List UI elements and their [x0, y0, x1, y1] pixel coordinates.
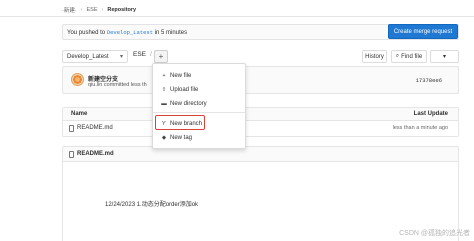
breadcrumb: ·新建· › ESE › Repository [62, 5, 136, 15]
commit-sha[interactable]: 17378ee6 [416, 77, 442, 84]
upload-icon: ⇪ [161, 87, 167, 93]
plus-icon: + [162, 73, 166, 79]
repo-path: ESE / [133, 51, 152, 58]
breadcrumb-project[interactable]: ESE [87, 7, 98, 13]
branch-select[interactable]: Develop_Latest ▾ [62, 50, 128, 63]
readme-content: 12/24/2023 1.动态分配order添加ok [105, 202, 199, 208]
readme-title: README.md [77, 151, 114, 157]
column-name: Name [71, 111, 88, 117]
avatar[interactable] [71, 73, 84, 86]
menu-item-upload-file[interactable]: ⇪ Upload file [153, 84, 245, 96]
table-header: Name Last Update [63, 108, 458, 121]
menu-item-new-branch[interactable]: Ƴ New branch [153, 118, 245, 130]
menu-item-new-file[interactable]: + New file [153, 70, 245, 82]
pushed-branch-link[interactable]: Develop_Latest [107, 29, 153, 36]
commit-meta: qiu.lin committed less th [88, 82, 147, 88]
menu-item-label: New branch [170, 121, 203, 127]
push-prefix: You pushed to [67, 30, 106, 36]
clone-dropdown-button[interactable]: ▾ [430, 50, 459, 63]
find-file-label: Find file [401, 53, 423, 60]
chevron-down-icon: ▾ [442, 54, 446, 60]
column-last-update: Last Update [413, 111, 448, 117]
chevron-down-icon: ▾ [119, 54, 123, 60]
breadcrumb-current[interactable]: Repository [107, 7, 136, 13]
file-tree-table: Name Last Update README.md less than a m… [62, 107, 459, 137]
push-suffix: in 5 minutes [154, 30, 188, 36]
breadcrumb-separator: › [80, 7, 83, 13]
branch-icon: Ƴ [161, 121, 167, 127]
header-divider [0, 16, 474, 17]
tag-icon: ◆ [161, 135, 167, 141]
readme-panel: README.md 12/24/2023 1.动态分配order添加ok [62, 146, 459, 241]
menu-item-label: New file [170, 73, 192, 79]
menu-item-label: New directory [170, 101, 207, 107]
push-message: You pushed to Develop_Latest in 5 minute… [67, 29, 187, 36]
file-icon [69, 125, 74, 132]
history-button[interactable]: History [362, 50, 387, 63]
watermark: CSDN @孤独的追光者 [399, 230, 470, 237]
menu-divider [153, 112, 245, 113]
last-commit: 新建空分支 qiu.lin committed less th 17378ee6 [62, 66, 459, 94]
find-file-button[interactable]: ⌕ Find file [391, 50, 427, 63]
folder-icon: ▬ [161, 101, 167, 107]
table-row[interactable]: README.md less than a minute ago [63, 121, 458, 136]
breadcrumb-separator: › [101, 7, 104, 13]
add-dropdown-menu: + New file ⇪ Upload file ▬ New directory… [152, 63, 246, 149]
breadcrumb-root[interactable]: ·新建· [62, 6, 77, 14]
menu-item-label: Upload file [170, 87, 199, 93]
create-merge-request-button[interactable]: Create merge request [388, 24, 458, 39]
path-separator: / [150, 51, 152, 58]
search-icon: ⌕ [395, 53, 400, 59]
add-to-tree-button[interactable]: + [154, 50, 168, 63]
file-last-update: less than a minute ago [392, 125, 448, 131]
menu-item-label: New tag [170, 135, 193, 141]
readme-header: README.md [63, 147, 458, 162]
menu-item-new-tag[interactable]: ◆ New tag [153, 132, 245, 144]
menu-item-new-directory[interactable]: ▬ New directory [153, 98, 245, 110]
branch-select-value: Develop_Latest [67, 53, 109, 60]
file-name[interactable]: README.md [77, 125, 113, 131]
repo-path-root[interactable]: ESE [133, 51, 146, 58]
file-icon [69, 151, 74, 158]
